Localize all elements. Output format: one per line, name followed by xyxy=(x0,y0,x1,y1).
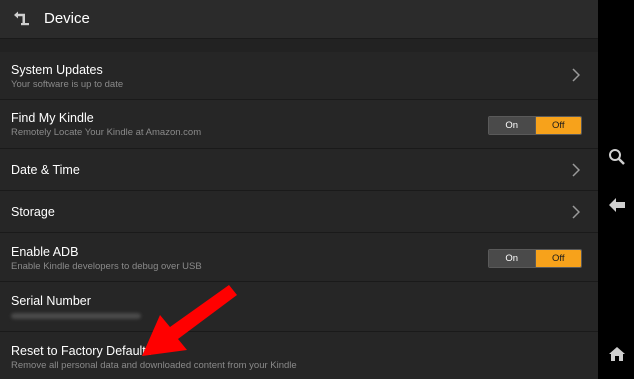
row-serial-number: Serial Number xyxy=(0,282,598,332)
row-subtitle: Remotely Locate Your Kindle at Amazon.co… xyxy=(11,127,202,138)
annotation-arrow-icon xyxy=(140,285,240,365)
row-label: Date & Time xyxy=(11,163,80,177)
serial-number-value-redacted xyxy=(11,313,141,319)
search-icon[interactable] xyxy=(608,148,626,171)
page-title: Device xyxy=(44,10,90,27)
row-subtitle: Enable Kindle developers to debug over U… xyxy=(11,261,202,272)
toggle-on-option[interactable]: On xyxy=(489,250,536,267)
settings-panel: Device System Updates Your software is u… xyxy=(0,0,598,379)
row-label: Reset to Factory Defaults xyxy=(11,344,153,358)
system-sidebar xyxy=(598,0,634,379)
chevron-right-icon xyxy=(572,163,581,182)
back-icon[interactable] xyxy=(608,197,626,218)
chevron-right-icon xyxy=(572,205,581,224)
back-arrow-icon[interactable] xyxy=(12,11,30,32)
row-find-my-kindle: Find My Kindle Remotely Locate Your Kind… xyxy=(0,100,598,149)
row-storage[interactable]: Storage xyxy=(0,191,598,233)
row-subtitle: Your software is up to date xyxy=(11,79,124,90)
row-label: Find My Kindle xyxy=(11,111,94,125)
row-label: Enable ADB xyxy=(11,245,79,259)
row-reset-factory-defaults[interactable]: Reset to Factory Defaults Remove all per… xyxy=(0,332,598,379)
row-system-updates[interactable]: System Updates Your software is up to da… xyxy=(0,52,598,100)
row-label: Storage xyxy=(11,205,55,219)
row-label: System Updates xyxy=(11,63,103,77)
find-my-kindle-toggle[interactable]: On Off xyxy=(488,116,582,135)
toggle-on-option[interactable]: On xyxy=(489,117,536,134)
section-gap xyxy=(0,39,598,52)
row-date-time[interactable]: Date & Time xyxy=(0,149,598,191)
row-enable-adb: Enable ADB Enable Kindle developers to d… xyxy=(0,233,598,282)
enable-adb-toggle[interactable]: On Off xyxy=(488,249,582,268)
row-label: Serial Number xyxy=(11,294,91,308)
header-bar: Device xyxy=(0,0,598,39)
chevron-right-icon xyxy=(572,68,581,87)
toggle-off-option[interactable]: Off xyxy=(535,117,581,134)
toggle-off-option[interactable]: Off xyxy=(535,250,581,267)
home-icon[interactable] xyxy=(608,346,626,367)
